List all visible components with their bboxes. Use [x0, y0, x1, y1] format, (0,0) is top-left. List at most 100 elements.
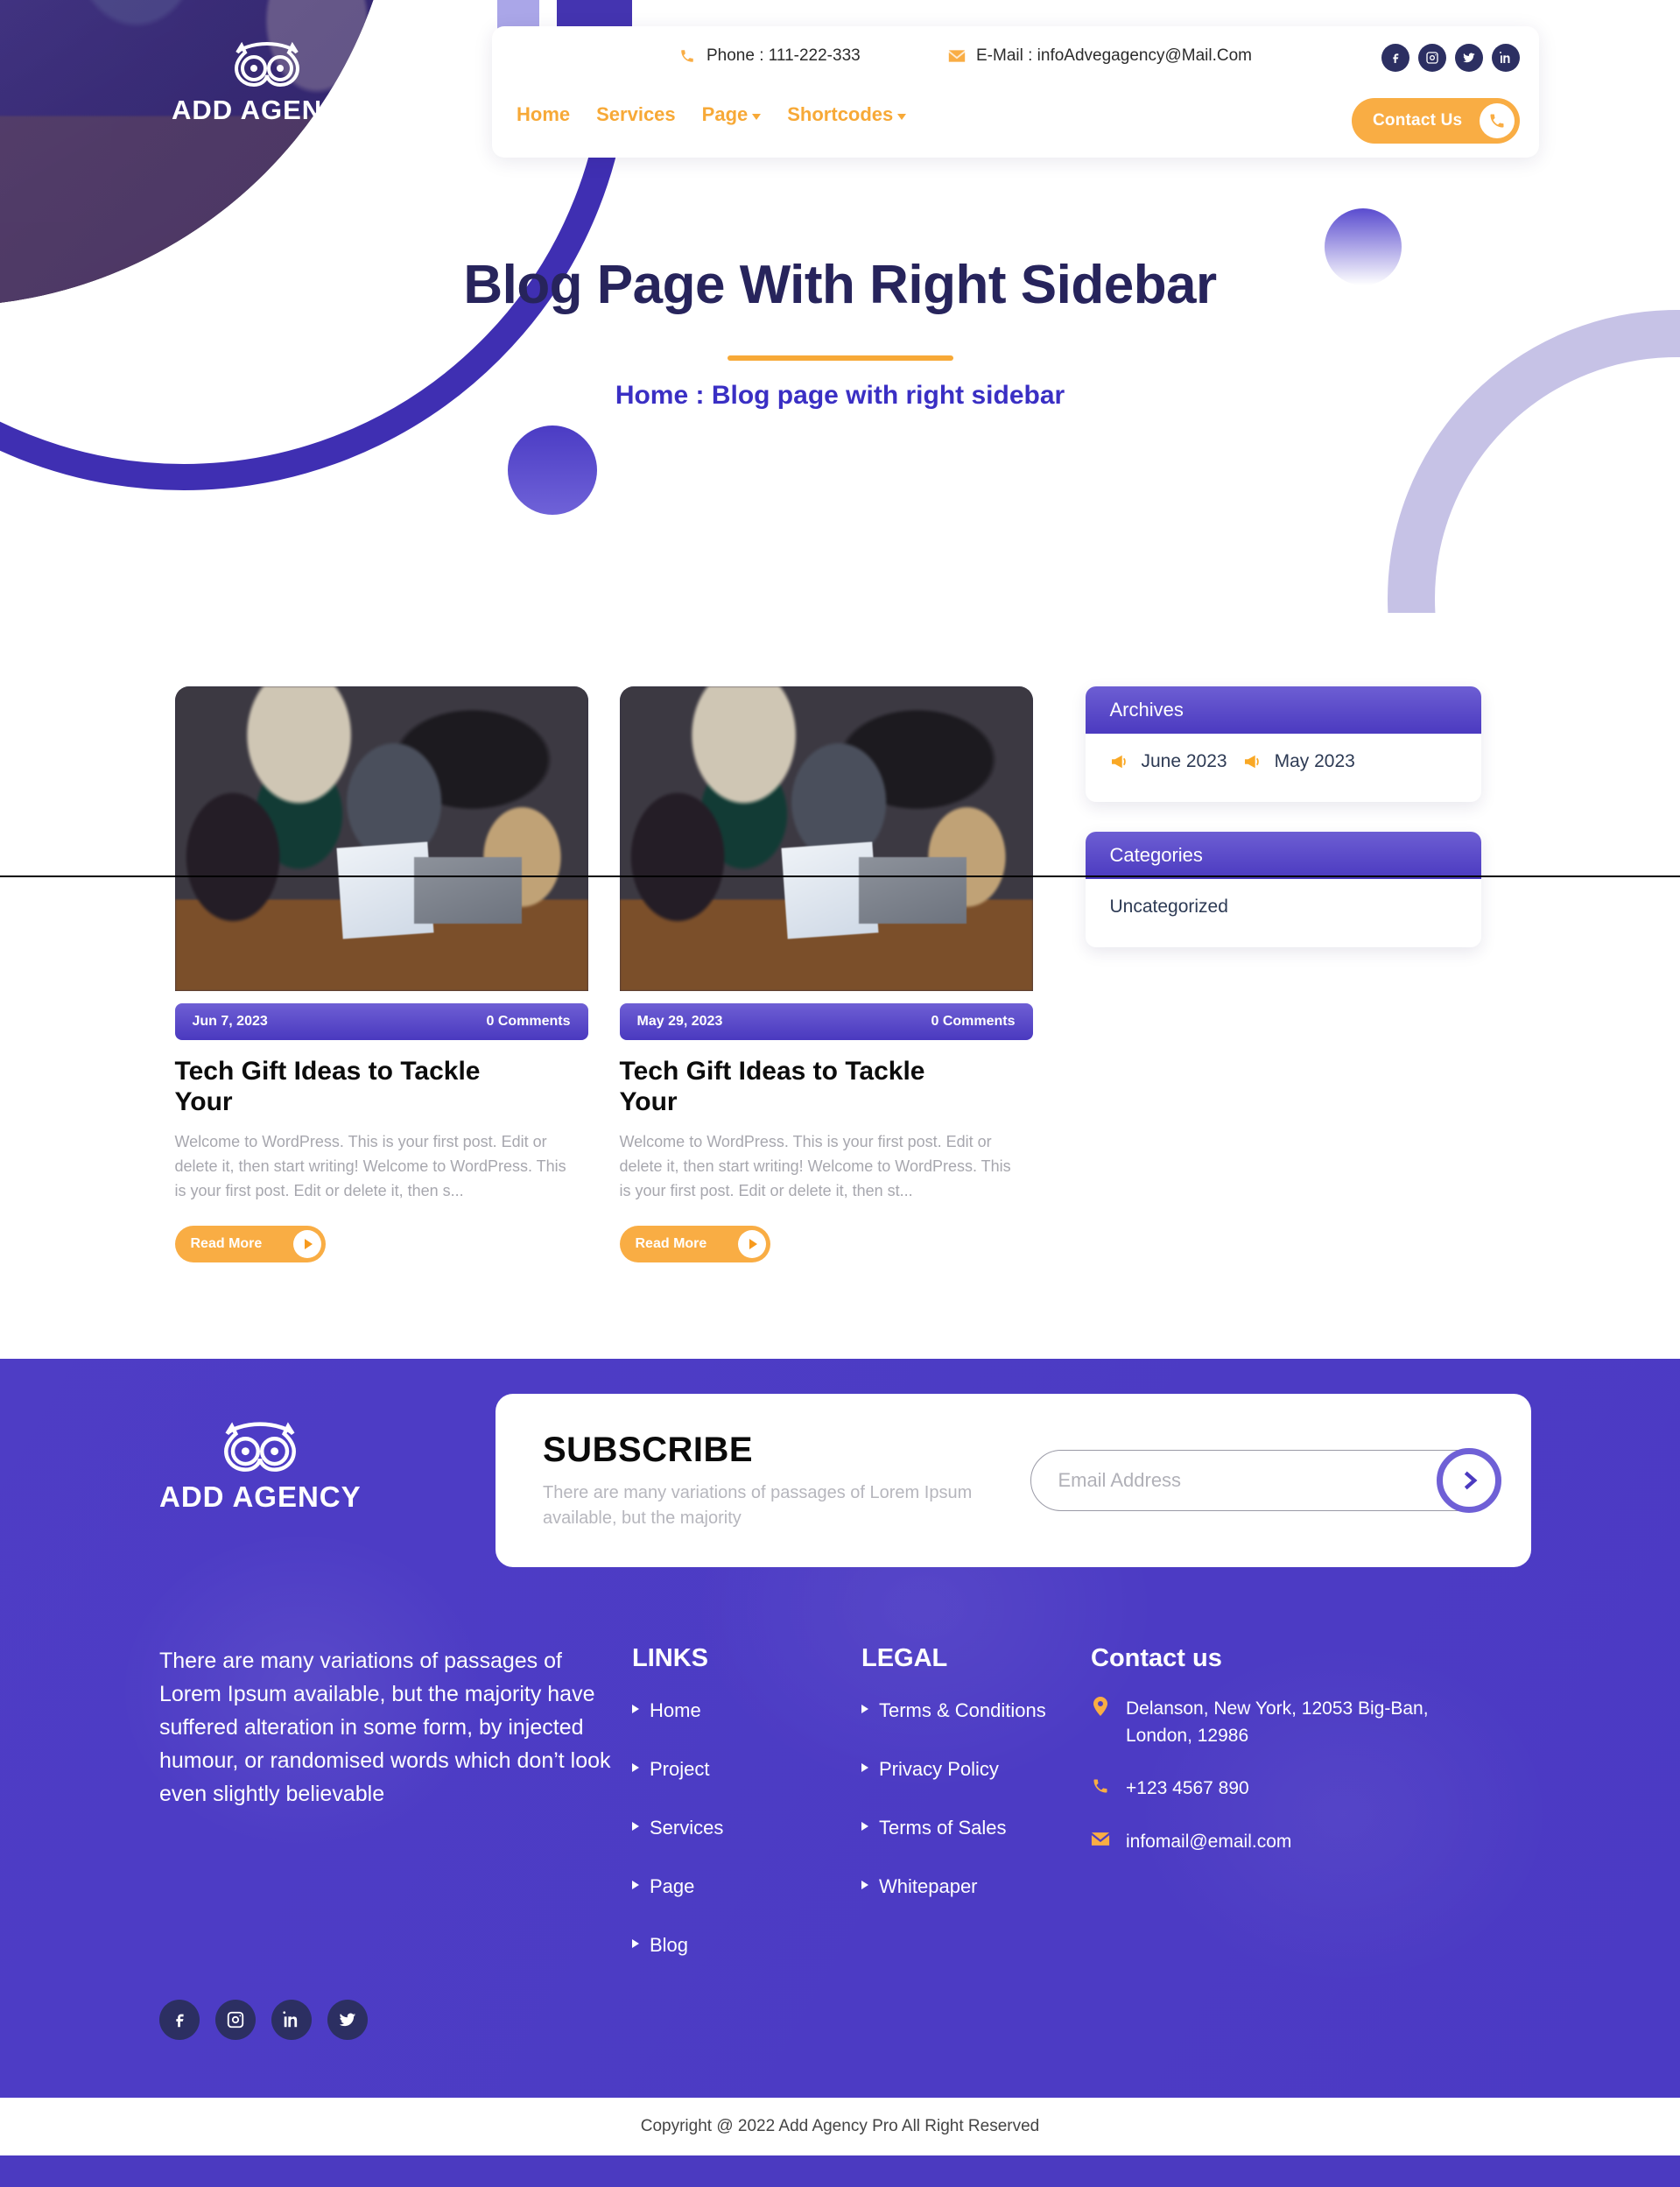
- phone-icon: [1091, 1776, 1110, 1797]
- footer-socials: [0, 1989, 1680, 2041]
- nav-item-page[interactable]: Page: [702, 103, 762, 126]
- footer-link-page[interactable]: Page: [632, 1872, 861, 1901]
- footer-link-label: Whitepaper: [879, 1875, 978, 1898]
- nav-label: Shortcodes: [787, 103, 894, 125]
- instagram-icon[interactable]: [215, 2000, 256, 2041]
- header-logo[interactable]: ADD AGENCY: [172, 39, 362, 126]
- footer-link-services[interactable]: Services: [632, 1813, 861, 1842]
- facebook-icon[interactable]: [159, 2000, 200, 2041]
- post-list: Jun 7, 2023 0 Comments Tech Gift Ideas t…: [174, 686, 1033, 1263]
- read-more-button[interactable]: Read More: [174, 1226, 326, 1263]
- topbar-phone[interactable]: Phone : 111-222-333: [678, 46, 861, 66]
- subscribe-title: SUBSCRIBE: [543, 1430, 754, 1469]
- deco-light-arc: [1388, 310, 1680, 613]
- post-title[interactable]: Tech Gift Ideas to Tackle Your: [620, 1056, 988, 1118]
- nav-item-home[interactable]: Home: [517, 103, 570, 126]
- widget-archives: Archives June 2023 May 2023: [1085, 686, 1481, 802]
- triangle-bullet-icon: [861, 1763, 868, 1773]
- footer-link-privacy-policy[interactable]: Privacy Policy: [861, 1755, 1091, 1783]
- post-card: May 29, 2023 0 Comments Tech Gift Ideas …: [619, 686, 1033, 1263]
- post-image: [619, 686, 1033, 991]
- archive-label: May 2023: [1274, 751, 1355, 771]
- post-date: May 29, 2023: [636, 1014, 723, 1029]
- footer-link-label: Project: [650, 1758, 710, 1781]
- megaphone-icon: [1243, 754, 1262, 770]
- envelope-icon: [1091, 1829, 1110, 1850]
- copyright-text: Copyright @ 2022 Add Agency Pro All Righ…: [640, 2117, 1040, 2136]
- topbar-socials: [1381, 44, 1520, 72]
- footer-link-terms-of-sales[interactable]: Terms of Sales: [861, 1813, 1091, 1842]
- phone-icon: [678, 46, 697, 66]
- sidebar: Archives June 2023 May 2023 Categories U…: [1085, 686, 1481, 977]
- widget-categories-title: Categories: [1085, 832, 1481, 879]
- nav-row: Home Services Page Shortcodes Contact Us: [492, 86, 1539, 158]
- instagram-icon[interactable]: [1418, 44, 1446, 72]
- post-thumbnail[interactable]: [619, 686, 1033, 991]
- megaphone-icon: [1110, 754, 1129, 770]
- post-card: Jun 7, 2023 0 Comments Tech Gift Ideas t…: [174, 686, 588, 1263]
- email-input[interactable]: [1030, 1450, 1493, 1512]
- topbar-phone-label: Phone : 111-222-333: [706, 46, 861, 65]
- facebook-icon[interactable]: [1381, 44, 1409, 72]
- bottom-strip: [0, 2155, 1680, 2187]
- triangle-bullet-icon: [861, 1705, 868, 1714]
- nav-label: Page: [701, 103, 749, 125]
- title-divider: [727, 355, 953, 361]
- footer-phone[interactable]: +123 4567 890: [1091, 1776, 1441, 1802]
- footer: ADD AGENCY SUBSCRIBE There are many vari…: [0, 1359, 1680, 2187]
- topbar-email[interactable]: E-Mail : infoAdvegagency@Mail.Com: [947, 46, 1252, 66]
- twitter-icon[interactable]: [327, 2000, 368, 2041]
- footer-link-blog[interactable]: Blog: [632, 1930, 861, 1959]
- linkedin-icon[interactable]: [271, 2000, 312, 2041]
- post-thumbnail[interactable]: [174, 686, 588, 991]
- nav-item-services[interactable]: Services: [596, 103, 676, 126]
- copyright-bar: Copyright @ 2022 Add Agency Pro All Righ…: [0, 2098, 1680, 2156]
- footer-link-terms-conditions[interactable]: Terms & Conditions: [861, 1696, 1091, 1725]
- footer-logo[interactable]: ADD AGENCY: [159, 1418, 362, 1514]
- footer-link-whitepaper[interactable]: Whitepaper: [861, 1872, 1091, 1901]
- main-content: Jun 7, 2023 0 Comments Tech Gift Ideas t…: [0, 613, 1680, 1360]
- contact-us-label: Contact Us: [1373, 111, 1463, 130]
- footer-email-text: infomail@email.com: [1126, 1831, 1292, 1852]
- footer-contact-title: Contact us: [1091, 1644, 1222, 1673]
- footer-link-home[interactable]: Home: [632, 1696, 861, 1725]
- post-image: [174, 686, 588, 991]
- footer-link-project[interactable]: Project: [632, 1755, 861, 1783]
- archive-link-may-2023[interactable]: May 2023: [1243, 751, 1355, 772]
- triangle-bullet-icon: [632, 1939, 639, 1949]
- nav-label: Home: [517, 103, 571, 125]
- chevron-down-icon: [897, 113, 907, 120]
- footer-columns: There are many variations of passages of…: [0, 1567, 1680, 1989]
- post-title[interactable]: Tech Gift Ideas to Tackle Your: [175, 1056, 543, 1118]
- footer-link-label: Blog: [650, 1934, 689, 1957]
- owl-icon: [234, 41, 299, 88]
- read-more-button[interactable]: Read More: [619, 1226, 770, 1263]
- post-excerpt: Welcome to WordPress. This is your first…: [174, 1132, 566, 1199]
- header-card: Phone : 111-222-333 E-Mail : infoAdvegag…: [492, 26, 1539, 158]
- footer-about-text: There are many variations of passages of…: [159, 1649, 611, 1807]
- triangle-bullet-icon: [632, 1822, 639, 1832]
- post-excerpt: Welcome to WordPress. This is your first…: [619, 1132, 1011, 1199]
- post-meta: May 29, 2023 0 Comments: [619, 1003, 1033, 1040]
- subscribe-submit-button[interactable]: [1437, 1448, 1501, 1514]
- linkedin-icon[interactable]: [1492, 44, 1520, 72]
- footer-contact-column: Contact us Delanson, New York, 12053 Big…: [1091, 1644, 1441, 1989]
- footer-address: Delanson, New York, 12053 Big-Ban, Londo…: [1091, 1696, 1441, 1749]
- archive-label: June 2023: [1141, 751, 1227, 771]
- footer-link-label: Terms of Sales: [879, 1817, 1007, 1839]
- topbar-email-label: E-Mail : infoAdvegagency@Mail.Com: [976, 46, 1252, 65]
- play-arrow-icon: [737, 1230, 766, 1259]
- subscribe-card: SUBSCRIBE There are many variations of p…: [496, 1394, 1531, 1568]
- contact-us-button[interactable]: Contact Us: [1352, 98, 1520, 144]
- owl-icon: [224, 1422, 297, 1473]
- archive-link-june-2023[interactable]: June 2023: [1110, 751, 1227, 772]
- category-link-uncategorized[interactable]: Uncategorized: [1110, 897, 1228, 917]
- nav-item-shortcodes[interactable]: Shortcodes: [787, 103, 907, 126]
- twitter-icon[interactable]: [1455, 44, 1483, 72]
- footer-links-column: LINKS Home Project Services Page Blog: [632, 1644, 861, 1989]
- read-more-label: Read More: [190, 1236, 263, 1252]
- footer-email[interactable]: infomail@email.com: [1091, 1829, 1441, 1855]
- location-pin-icon: [1091, 1696, 1110, 1717]
- hero-section: ADD AGENCY Blog Page With Right Sidebar …: [0, 0, 1680, 613]
- subscribe-description: There are many variations of passages of…: [543, 1482, 973, 1528]
